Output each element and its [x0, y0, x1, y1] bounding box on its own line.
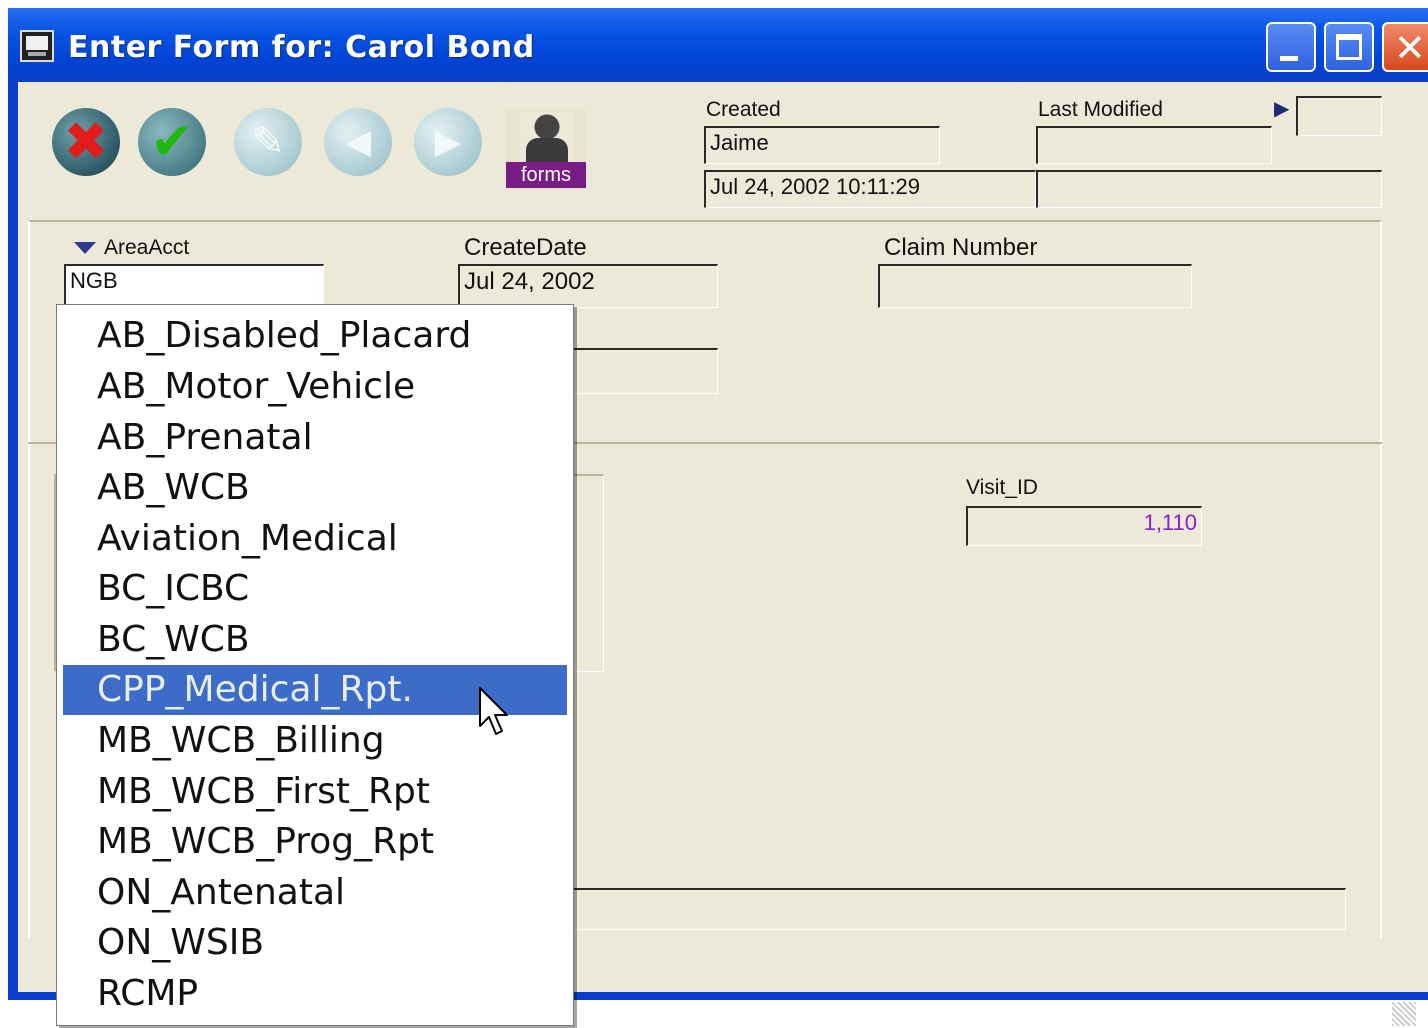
list-item[interactable]: ON_Antenatal: [63, 868, 567, 918]
claim-number-label: Claim Number: [884, 234, 1038, 261]
dropdown-arrow-icon[interactable]: [74, 242, 96, 254]
last-modified-by-field[interactable]: [1036, 126, 1272, 164]
window-title: Enter Form for: Carol Bond: [68, 30, 535, 65]
next-button[interactable]: ▶: [406, 98, 490, 188]
close-icon: ✕: [1394, 26, 1426, 70]
area-acct-input[interactable]: NGB: [64, 264, 324, 306]
list-item[interactable]: Aviation_Medical: [63, 514, 567, 564]
person-reading-icon: [520, 112, 574, 164]
resize-grip[interactable]: [1392, 1002, 1416, 1026]
list-item[interactable]: BC_ICBC: [63, 564, 567, 614]
claim-number-field[interactable]: [878, 264, 1192, 308]
list-item[interactable]: AB_Disabled_Placard: [63, 311, 567, 361]
maximize-icon: [1336, 34, 1362, 60]
created-at-field[interactable]: Jul 24, 2002 10:11:29: [704, 170, 1036, 208]
created-by-field[interactable]: Jaime: [704, 126, 940, 164]
visit-id-field[interactable]: 1,110: [966, 506, 1202, 546]
left-arrow-icon: ◀: [344, 122, 372, 162]
cancel-button[interactable]: ✖: [44, 98, 128, 188]
mouse-pointer-icon: [479, 687, 508, 735]
forms-label: forms: [506, 162, 586, 188]
area-acct-label: AreaAcct: [104, 236, 190, 259]
list-item[interactable]: RCMP: [63, 969, 567, 1019]
forms-button[interactable]: forms: [506, 108, 586, 190]
minimize-icon: [1280, 56, 1298, 61]
list-item[interactable]: AB_WCB: [63, 463, 567, 513]
right-arrow-icon: ▶: [434, 122, 462, 162]
create-date-label: CreateDate: [464, 234, 587, 261]
ok-button[interactable]: ✔: [130, 98, 214, 188]
checkmark-icon: ✔: [150, 112, 194, 172]
close-button[interactable]: ✕: [1382, 22, 1428, 72]
list-item[interactable]: AB_Motor_Vehicle: [63, 362, 567, 412]
last-modified-at-field[interactable]: [1036, 170, 1382, 208]
list-item[interactable]: MB_WCB_First_Rpt: [63, 767, 567, 817]
previous-button[interactable]: ◀: [316, 98, 400, 188]
create-date-field[interactable]: Jul 24, 2002: [458, 264, 718, 308]
visit-id-label: Visit_ID: [966, 476, 1038, 499]
created-label: Created: [706, 98, 781, 121]
x-icon: ✖: [63, 110, 109, 173]
minimize-button[interactable]: [1266, 22, 1316, 72]
list-item[interactable]: AB_Prenatal: [63, 413, 567, 463]
pencil-icon: ✎: [251, 119, 285, 165]
list-item[interactable]: ON_WSIB: [63, 918, 567, 968]
app-icon[interactable]: [20, 30, 54, 62]
list-item[interactable]: BC_WCB: [63, 615, 567, 665]
list-item[interactable]: MB_WCB_Prog_Rpt: [63, 817, 567, 867]
edit-button[interactable]: ✎: [226, 98, 310, 188]
record-pointer-icon: ▶: [1274, 98, 1290, 120]
area-acct-dropdown-list[interactable]: AB_Disabled_Placard AB_Motor_Vehicle AB_…: [56, 304, 574, 1026]
last-modified-label: Last Modified: [1038, 98, 1163, 121]
maximize-button[interactable]: [1324, 22, 1374, 72]
title-bar[interactable]: Enter Form for: Carol Bond ✕: [8, 8, 1428, 82]
record-pointer-field[interactable]: [1296, 96, 1382, 136]
